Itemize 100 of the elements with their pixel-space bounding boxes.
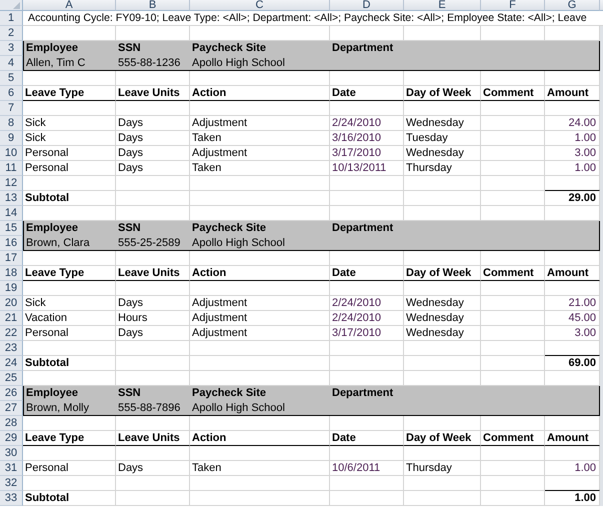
row-header[interactable]: 15 (0, 221, 23, 236)
table-cell (481, 311, 545, 326)
table-cell: Apollo High School (192, 237, 285, 250)
table-cell: Days (116, 461, 190, 476)
table-cell: Brown, Molly (26, 402, 89, 415)
row-header[interactable]: 16 (0, 236, 23, 251)
table-cell: Days (116, 161, 190, 176)
column-header[interactable]: G (545, 0, 600, 11)
table-cell: 2/24/2010 (330, 116, 404, 131)
column-title: Leave Type (23, 431, 116, 446)
table-cell (481, 281, 545, 296)
table-cell (481, 416, 545, 431)
table-cell: SSN (118, 222, 141, 235)
column-title: Leave Type (23, 266, 116, 281)
column-header[interactable]: F (481, 0, 545, 11)
column-header[interactable]: C (190, 0, 330, 11)
column-header[interactable]: D (330, 0, 404, 11)
table-cell: Thursday (404, 161, 481, 176)
table-cell (481, 446, 545, 461)
row-header[interactable]: 11 (0, 161, 23, 176)
column-title: Action (190, 86, 330, 101)
table-cell: 3/16/2010 (330, 131, 404, 146)
table-cell (481, 191, 545, 206)
table-cell: Days (116, 131, 190, 146)
table-cell: Paycheck Site (192, 42, 266, 55)
row-header[interactable]: 2 (0, 26, 23, 41)
row-header[interactable]: 21 (0, 311, 23, 326)
row-header[interactable]: 26 (0, 386, 23, 401)
column-title: Day of Week (404, 431, 481, 446)
row-header[interactable]: 14 (0, 206, 23, 221)
table-cell: 3/17/2010 (330, 326, 404, 341)
row-header[interactable]: 19 (0, 281, 23, 296)
column-title: Leave Units (116, 266, 190, 281)
column-title: Leave Units (116, 86, 190, 101)
row-header[interactable]: 1 (0, 11, 23, 26)
column-title: Date (330, 266, 404, 281)
row-header[interactable]: 25 (0, 371, 23, 386)
row-header[interactable]: 31 (0, 461, 23, 476)
row-header[interactable]: 10 (0, 146, 23, 161)
table-cell: Wednesday (404, 116, 481, 131)
column-title: Day of Week (404, 266, 481, 281)
row-header[interactable]: 6 (0, 86, 23, 101)
row-header[interactable]: 23 (0, 341, 23, 356)
table-cell: Days (116, 146, 190, 161)
select-all-button[interactable] (0, 0, 23, 11)
column-title: Comment (481, 431, 545, 446)
row-header[interactable]: 28 (0, 416, 23, 431)
row-header[interactable]: 32 (0, 476, 23, 491)
row-header[interactable]: 30 (0, 446, 23, 461)
row-header[interactable]: 3 (0, 41, 23, 56)
table-cell: 10/13/2011 (330, 161, 404, 176)
row-header[interactable]: 18 (0, 266, 23, 281)
table-cell: 555-88-1236 (118, 57, 180, 70)
table-cell (481, 356, 545, 371)
table-cell: Wednesday (404, 311, 481, 326)
table-cell (481, 296, 545, 311)
row-header[interactable]: 33 (0, 491, 23, 506)
column-title: Comment (481, 266, 545, 281)
table-cell: 2/24/2010 (330, 311, 404, 326)
table-cell: Days (116, 116, 190, 131)
row-header[interactable]: 4 (0, 56, 23, 71)
table-cell: Hours (116, 311, 190, 326)
column-header[interactable]: B (116, 0, 190, 11)
row-header[interactable]: 9 (0, 131, 23, 146)
table-cell: Taken (190, 131, 330, 146)
table-cell: Days (116, 296, 190, 311)
row-header[interactable]: 12 (0, 176, 23, 191)
table-cell: Taken (190, 161, 330, 176)
column-header[interactable]: A (23, 0, 116, 11)
row-header[interactable]: 17 (0, 251, 23, 266)
row-header[interactable]: 27 (0, 401, 23, 416)
report-filter-text: Accounting Cycle: FY09-10; Leave Type: <All>; Department: <All>; Paycheck Site: <All>; Employee State: <All>; Leave (23, 11, 603, 26)
row-header[interactable]: 5 (0, 71, 23, 86)
row-header[interactable]: 20 (0, 296, 23, 311)
table-cell: Subtotal (23, 191, 116, 206)
table-cell: Sick (23, 296, 116, 311)
row-header[interactable]: 22 (0, 326, 23, 341)
table-cell: Personal (23, 146, 116, 161)
table-cell: Department (332, 387, 394, 400)
table-cell: 555-25-2589 (118, 237, 180, 250)
table-cell (481, 251, 545, 266)
table-cell: SSN (118, 387, 141, 400)
table-cell (481, 116, 545, 131)
column-header[interactable]: E (404, 0, 481, 11)
table-cell: Personal (23, 326, 116, 341)
table-cell: Adjustment (190, 326, 330, 341)
column-title: Date (330, 431, 404, 446)
row-header[interactable]: 8 (0, 116, 23, 131)
table-cell (481, 491, 545, 506)
table-cell: Employee (26, 387, 78, 400)
table-cell: Allen, Tim C (26, 57, 86, 70)
table-cell (481, 161, 545, 176)
table-cell: Brown, Clara (26, 237, 90, 250)
row-header[interactable]: 24 (0, 356, 23, 371)
row-header[interactable]: 7 (0, 101, 23, 116)
row-header[interactable]: 13 (0, 191, 23, 206)
table-cell: Vacation (23, 311, 116, 326)
table-cell (481, 476, 545, 491)
table-cell (481, 461, 545, 476)
row-header[interactable]: 29 (0, 431, 23, 446)
